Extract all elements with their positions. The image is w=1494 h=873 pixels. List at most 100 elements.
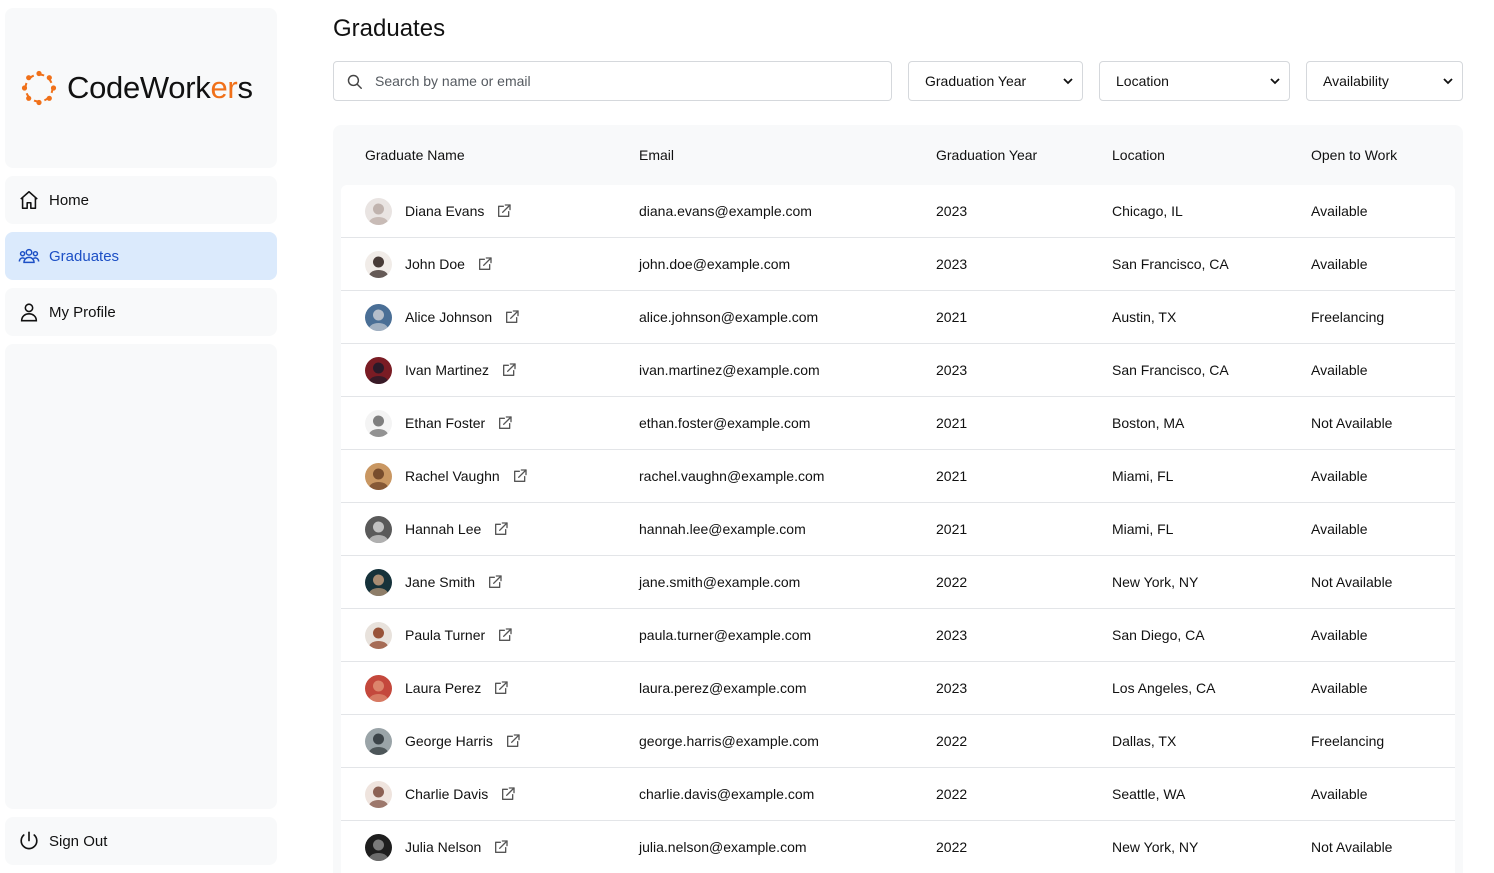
external-link-icon[interactable] — [496, 203, 512, 219]
open-to-work-status: Not Available — [1311, 574, 1393, 590]
graduate-name-cell[interactable]: Julia Nelson — [405, 839, 509, 855]
table-row[interactable]: Laura Perez laura.perez@example.com 2023 Lo… — [341, 662, 1455, 715]
external-link-icon[interactable] — [493, 521, 509, 537]
avatar[interactable] — [365, 357, 392, 384]
location-select[interactable]: Location — [1099, 61, 1290, 101]
chevron-down-icon — [1443, 78, 1453, 85]
graduation-year: 2023 — [936, 256, 968, 272]
avatar[interactable] — [365, 834, 392, 861]
graduate-location: Chicago, IL — [1112, 203, 1183, 219]
availability-select[interactable]: Availability — [1306, 61, 1463, 101]
graduate-name[interactable]: Rachel Vaughn — [405, 468, 500, 484]
graduation-year: 2023 — [936, 362, 968, 378]
sidebar-item-label: My Profile — [49, 303, 116, 321]
open-to-work-status: Available — [1311, 627, 1368, 643]
graduate-name-cell[interactable]: Charlie Davis — [405, 786, 516, 802]
external-link-icon[interactable] — [501, 362, 517, 378]
graduate-name-cell[interactable]: Laura Perez — [405, 680, 509, 696]
table-row[interactable]: Charlie Davis charlie.davis@example.com 20… — [341, 768, 1455, 821]
logo-ring-icon — [21, 70, 57, 106]
graduate-name-cell[interactable]: Ethan Foster — [405, 415, 513, 431]
sidebar-item-home[interactable]: Home — [5, 176, 277, 224]
logo[interactable]: CodeWorkers — [5, 8, 277, 168]
graduate-name[interactable]: Paula Turner — [405, 627, 485, 643]
graduation-year: 2022 — [936, 839, 968, 855]
graduate-name[interactable]: Jane Smith — [405, 574, 475, 590]
external-link-icon[interactable] — [487, 574, 503, 590]
avatar[interactable] — [365, 622, 392, 649]
graduate-email: john.doe@example.com — [639, 256, 791, 272]
graduate-name[interactable]: Hannah Lee — [405, 521, 481, 537]
graduate-location: Miami, FL — [1112, 468, 1174, 484]
page-title: Graduates — [333, 15, 446, 42]
external-link-icon[interactable] — [505, 733, 521, 749]
avatar[interactable] — [365, 675, 392, 702]
graduate-name[interactable]: Ethan Foster — [405, 415, 485, 431]
external-link-icon[interactable] — [504, 309, 520, 325]
graduate-name[interactable]: Laura Perez — [405, 680, 481, 696]
table-row[interactable]: Rachel Vaughn rachel.vaughn@example.com 20… — [341, 450, 1455, 503]
graduate-email: hannah.lee@example.com — [639, 521, 806, 537]
table-row[interactable]: Alice Johnson alice.johnson@example.com 20… — [341, 291, 1455, 344]
graduate-name-cell[interactable]: Diana Evans — [405, 203, 512, 219]
graduate-name[interactable]: Alice Johnson — [405, 309, 492, 325]
sign-out-label: Sign Out — [49, 832, 108, 850]
avatar[interactable] — [365, 251, 392, 278]
table-row[interactable]: John Doe john.doe@example.com 2023 San Fran… — [341, 238, 1455, 291]
graduate-location: New York, NY — [1112, 839, 1199, 855]
graduate-name-cell[interactable]: George Harris — [405, 733, 521, 749]
graduate-name-cell[interactable]: Jane Smith — [405, 574, 503, 590]
avatar[interactable] — [365, 410, 392, 437]
table-row[interactable]: Ethan Foster ethan.foster@example.com 2021… — [341, 397, 1455, 450]
avatar[interactable] — [365, 569, 392, 596]
search-box[interactable] — [333, 61, 892, 101]
graduate-name[interactable]: George Harris — [405, 733, 493, 749]
chevron-down-icon — [1063, 78, 1073, 85]
graduate-name-cell[interactable]: Rachel Vaughn — [405, 468, 528, 484]
external-link-icon[interactable] — [477, 256, 493, 272]
external-link-icon[interactable] — [512, 468, 528, 484]
sidebar-item-my-profile[interactable]: My Profile — [5, 288, 277, 336]
avatar[interactable] — [365, 463, 392, 490]
external-link-icon[interactable] — [497, 415, 513, 431]
table-row[interactable]: George Harris george.harris@example.com 20… — [341, 715, 1455, 768]
table-row[interactable]: Ivan Martinez ivan.martinez@example.com 20… — [341, 344, 1455, 397]
external-link-icon[interactable] — [493, 680, 509, 696]
graduate-name[interactable]: Ivan Martinez — [405, 362, 489, 378]
graduation-year: 2022 — [936, 574, 968, 590]
column-header-year: Graduation Year — [936, 147, 1038, 163]
graduate-name-cell[interactable]: Hannah Lee — [405, 521, 509, 537]
graduate-name[interactable]: Julia Nelson — [405, 839, 481, 855]
open-to-work-status: Available — [1311, 680, 1368, 696]
table-row[interactable]: Julia Nelson julia.nelson@example.com 2022… — [341, 821, 1455, 873]
sign-out-button[interactable]: Sign Out — [5, 817, 277, 865]
graduate-name-cell[interactable]: John Doe — [405, 256, 493, 272]
graduate-name[interactable]: Diana Evans — [405, 203, 484, 219]
graduate-name-cell[interactable]: Ivan Martinez — [405, 362, 517, 378]
table-row[interactable]: Hannah Lee hannah.lee@example.com 2021 Miam… — [341, 503, 1455, 556]
graduation-year: 2021 — [936, 415, 968, 431]
graduate-name[interactable]: Charlie Davis — [405, 786, 488, 802]
avatar[interactable] — [365, 198, 392, 225]
graduate-location: Austin, TX — [1112, 309, 1177, 325]
table-row[interactable]: Jane Smith jane.smith@example.com 2022 New … — [341, 556, 1455, 609]
avatar[interactable] — [365, 304, 392, 331]
table-row[interactable]: Diana Evans diana.evans@example.com 2023 Ch… — [341, 185, 1455, 238]
graduate-name-cell[interactable]: Paula Turner — [405, 627, 513, 643]
search-input[interactable] — [375, 73, 855, 89]
external-link-icon[interactable] — [500, 786, 516, 802]
open-to-work-status: Not Available — [1311, 415, 1393, 431]
external-link-icon[interactable] — [493, 839, 509, 855]
table-row[interactable]: Paula Turner paula.turner@example.com 2023… — [341, 609, 1455, 662]
graduate-name[interactable]: John Doe — [405, 256, 465, 272]
sidebar-item-graduates[interactable]: Graduates — [5, 232, 277, 280]
graduate-location: San Diego, CA — [1112, 627, 1205, 643]
table-body: Diana Evans diana.evans@example.com 2023 Ch… — [341, 185, 1455, 873]
external-link-icon[interactable] — [497, 627, 513, 643]
graduation-year-select[interactable]: Graduation Year — [908, 61, 1083, 101]
avatar[interactable] — [365, 516, 392, 543]
avatar[interactable] — [365, 728, 392, 755]
avatar[interactable] — [365, 781, 392, 808]
graduate-name-cell[interactable]: Alice Johnson — [405, 309, 520, 325]
graduate-location: New York, NY — [1112, 574, 1199, 590]
